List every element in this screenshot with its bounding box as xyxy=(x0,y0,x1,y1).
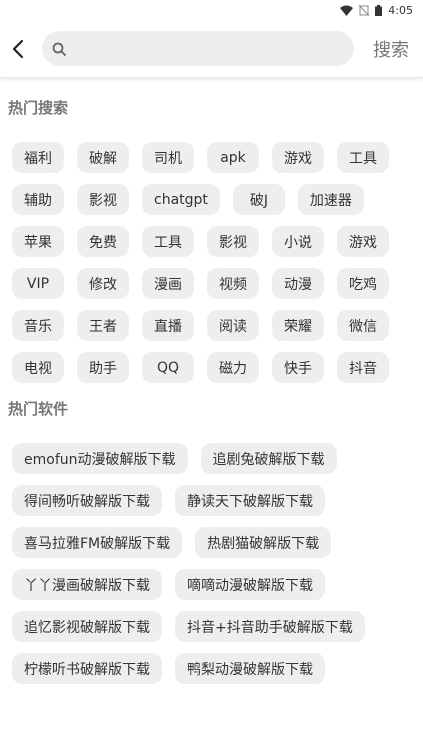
hot-software-item[interactable]: 静读天下破解版下载 xyxy=(175,485,325,516)
hot-search-tag[interactable]: 快手 xyxy=(272,352,324,383)
hot-search-tag[interactable]: 视频 xyxy=(207,268,259,299)
hot-search-tag[interactable]: 漫画 xyxy=(142,268,194,299)
chevron-left-icon xyxy=(12,39,24,58)
hot-software-item[interactable]: emofun动漫破解版下载 xyxy=(12,443,188,474)
search-button[interactable]: 搜索 xyxy=(373,36,415,62)
hot-search-tag[interactable]: 苹果 xyxy=(12,226,64,257)
hot-search-tag[interactable]: 阅读 xyxy=(207,310,259,341)
hot-search-tag[interactable]: 磁力 xyxy=(207,352,259,383)
hot-search-tag[interactable]: 游戏 xyxy=(337,226,389,257)
back-button[interactable] xyxy=(6,31,30,67)
hot-search-tag[interactable]: 荣耀 xyxy=(272,310,324,341)
status-bar: 4:05 xyxy=(0,0,423,20)
hot-search-tag[interactable]: 影视 xyxy=(207,226,259,257)
hot-search-tag[interactable]: 直播 xyxy=(142,310,194,341)
hot-search-tag[interactable]: 吃鸡 xyxy=(337,268,389,299)
hot-software-item[interactable]: 喜马拉雅FM破解版下载 xyxy=(12,527,183,558)
hot-search-tag[interactable]: 辅助 xyxy=(12,184,64,215)
hot-software-item[interactable]: 追忆影视破解版下载 xyxy=(12,611,162,642)
hot-search-tag[interactable]: 福利 xyxy=(12,142,64,173)
hot-search-tag[interactable]: 司机 xyxy=(142,142,194,173)
hot-software-item[interactable]: 得间畅听破解版下载 xyxy=(12,485,162,516)
hot-search-tag[interactable]: 微信 xyxy=(337,310,389,341)
hot-search-tag[interactable]: 音乐 xyxy=(12,310,64,341)
status-time: 4:05 xyxy=(388,3,413,17)
hot-software-item[interactable]: 丫丫漫画破解版下载 xyxy=(12,569,162,600)
hot-search-tag[interactable]: 助手 xyxy=(77,352,129,383)
hot-search-tag[interactable]: 影视 xyxy=(77,184,129,215)
hot-search-tag[interactable]: 破J xyxy=(232,184,285,215)
hot-search-tag[interactable]: 免费 xyxy=(77,226,129,257)
search-box[interactable] xyxy=(42,31,354,66)
hot-search-tag[interactable]: 动漫 xyxy=(272,268,324,299)
hot-search-tag[interactable]: 修改 xyxy=(77,268,129,299)
search-icon xyxy=(52,42,66,56)
hot-search-tag[interactable]: apk xyxy=(207,142,259,173)
hot-search-tag[interactable]: QQ xyxy=(142,352,194,383)
battery-icon xyxy=(375,4,383,16)
hot-search-tag[interactable]: 抖音 xyxy=(337,352,389,383)
hot-search-tag[interactable]: 电视 xyxy=(12,352,64,383)
no-sim-icon xyxy=(359,4,370,16)
hot-software-item[interactable]: 嘀嘀动漫破解版下载 xyxy=(175,569,325,600)
hot-search-tag[interactable]: 工具 xyxy=(337,142,389,173)
hot-search-tag[interactable]: 王者 xyxy=(77,310,129,341)
search-input[interactable] xyxy=(74,40,334,57)
hot-search-tag[interactable]: chatgpt xyxy=(142,184,220,215)
hot-search-tag[interactable]: 游戏 xyxy=(272,142,324,173)
hot-software-list: emofun动漫破解版下载 追剧兔破解版下载得间畅听破解版下载 静读天下破解版下载喜… xyxy=(0,443,410,684)
hot-software-item[interactable]: 抖音+抖音助手破解版下载 xyxy=(175,611,365,642)
hot-search-tag[interactable]: 破解 xyxy=(77,142,129,173)
hot-search-tag[interactable]: 工具 xyxy=(142,226,194,257)
search-toolbar: 搜索 xyxy=(0,20,423,78)
hot-software-item[interactable]: 追剧兔破解版下载 xyxy=(200,443,337,474)
hot-software-item[interactable]: 热剧猫破解版下载 xyxy=(195,527,332,558)
hot-search-tag[interactable]: 小说 xyxy=(272,226,324,257)
hot-search-tag-list: 福利 破解 司机 apk 游戏 工具 辅助 影视 chatgpt 破J 加速器 苹果 免费 工具 影视 小说游… xyxy=(0,142,410,383)
hot-software-item[interactable]: 鸭梨动漫破解版下载 xyxy=(175,653,325,684)
hot-software-title: 热门软件 xyxy=(8,400,69,418)
hot-search-title: 热门搜索 xyxy=(8,99,69,117)
hot-search-tag[interactable]: VIP xyxy=(12,268,64,299)
hot-software-item[interactable]: 柠檬听书破解版下载 xyxy=(12,653,162,684)
hot-search-tag[interactable]: 加速器 xyxy=(297,184,364,215)
wifi-icon xyxy=(340,5,354,16)
